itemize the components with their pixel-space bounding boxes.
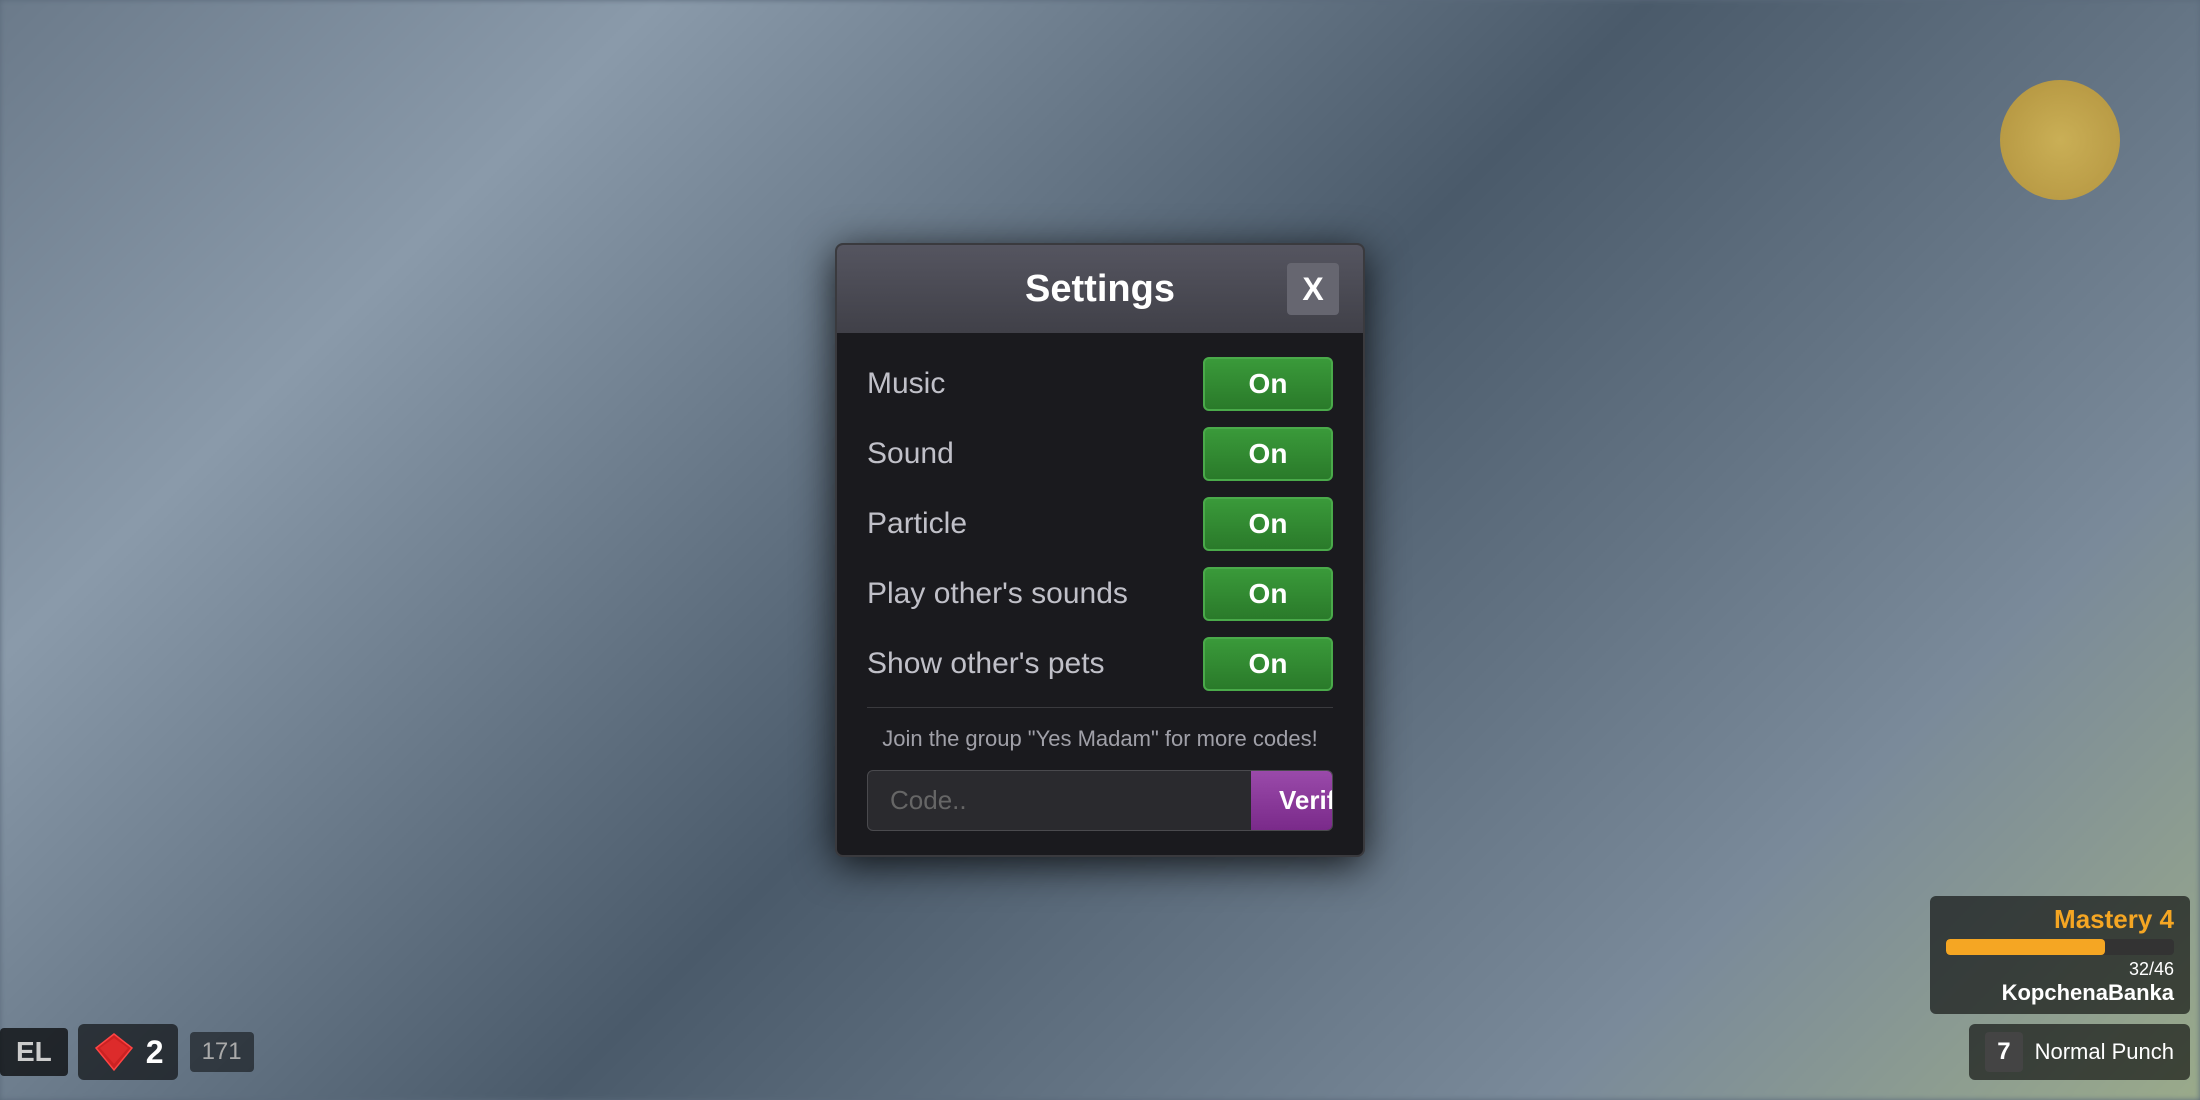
code-input-row: Verify bbox=[867, 770, 1333, 831]
modal-divider bbox=[867, 707, 1333, 708]
show-others-pets-label: Show other's pets bbox=[867, 647, 1105, 681]
group-promo-text: Join the group "Yes Madam" for more code… bbox=[867, 726, 1333, 752]
particle-toggle[interactable]: On bbox=[1203, 497, 1333, 551]
modal-header: Settings X bbox=[837, 245, 1363, 333]
settings-modal: Settings X Music On Sound On Particle On… bbox=[835, 243, 1365, 857]
show-others-pets-toggle[interactable]: On bbox=[1203, 637, 1333, 691]
modal-overlay: Settings X Music On Sound On Particle On… bbox=[0, 0, 2200, 1100]
setting-row-show-others-pets: Show other's pets On bbox=[867, 637, 1333, 691]
code-input[interactable] bbox=[872, 771, 1243, 830]
setting-row-play-others-sounds: Play other's sounds On bbox=[867, 567, 1333, 621]
play-others-sounds-label: Play other's sounds bbox=[867, 577, 1128, 611]
setting-row-sound: Sound On bbox=[867, 427, 1333, 481]
setting-row-particle: Particle On bbox=[867, 497, 1333, 551]
sound-label: Sound bbox=[867, 437, 954, 471]
sound-toggle[interactable]: On bbox=[1203, 427, 1333, 481]
particle-label: Particle bbox=[867, 507, 967, 541]
music-toggle[interactable]: On bbox=[1203, 357, 1333, 411]
music-label: Music bbox=[867, 367, 945, 401]
close-button[interactable]: X bbox=[1287, 263, 1339, 315]
setting-row-music: Music On bbox=[867, 357, 1333, 411]
play-others-sounds-toggle[interactable]: On bbox=[1203, 567, 1333, 621]
modal-title: Settings bbox=[913, 268, 1287, 311]
settings-content: Music On Sound On Particle On Play other… bbox=[837, 357, 1363, 831]
verify-button[interactable]: Verify bbox=[1251, 771, 1333, 830]
